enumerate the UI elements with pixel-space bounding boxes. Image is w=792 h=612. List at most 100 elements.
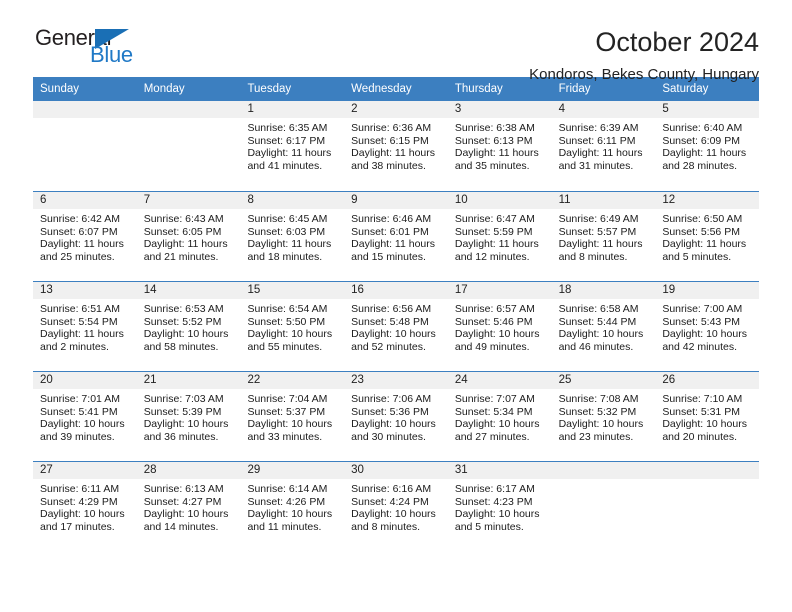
day-cell[interactable]: 28 Sunrise: 6:13 AM Sunset: 4:27 PM Dayligh… <box>136 462 241 551</box>
day-cell-empty <box>136 101 241 191</box>
day-number: 24 <box>447 372 552 389</box>
day-number: 31 <box>447 462 552 479</box>
day-number: 25 <box>551 372 656 389</box>
day-number: 6 <box>33 192 137 209</box>
day-cell[interactable]: 1 Sunrise: 6:35 AM Sunset: 6:17 PM Daylight… <box>240 101 345 191</box>
calendar-week-row: 27 Sunrise: 6:11 AM Sunset: 4:29 PM Dayligh… <box>33 461 760 551</box>
day-details: Sunrise: 6:50 AM Sunset: 5:56 PM Daylight:… <box>655 209 759 263</box>
day-cell[interactable]: 24 Sunrise: 7:07 AM Sunset: 5:34 PM Dayligh… <box>447 372 552 461</box>
day-cell[interactable]: 18 Sunrise: 6:58 AM Sunset: 5:44 PM Dayligh… <box>551 282 656 371</box>
daylight-text: Daylight: 10 hours and 11 minutes. <box>247 508 333 533</box>
day-details: Sunrise: 6:54 AM Sunset: 5:50 PM Daylight:… <box>240 299 344 353</box>
weekday-header-saturday: Saturday <box>662 83 709 95</box>
day-number: 29 <box>240 462 345 479</box>
page-title: October 2024 <box>595 27 759 57</box>
day-cell[interactable]: 29 Sunrise: 6:14 AM Sunset: 4:26 PM Dayligh… <box>240 462 345 551</box>
day-number: 1 <box>240 101 345 118</box>
day-number: 27 <box>33 462 137 479</box>
day-cell[interactable]: 26 Sunrise: 7:10 AM Sunset: 5:31 PM Dayligh… <box>655 372 760 461</box>
day-cell[interactable]: 11 Sunrise: 6:49 AM Sunset: 5:57 PM Dayligh… <box>551 192 656 281</box>
day-details: Sunrise: 6:53 AM Sunset: 5:52 PM Daylight:… <box>137 299 241 353</box>
day-number: 19 <box>655 282 760 299</box>
day-details: Sunrise: 7:01 AM Sunset: 5:41 PM Daylight:… <box>33 389 137 443</box>
weekday-header-thursday: Thursday <box>454 83 503 95</box>
daylight-text: Daylight: 10 hours and 36 minutes. <box>143 418 229 443</box>
sunrise-text: Sunrise: 6:38 AM <box>454 122 535 134</box>
day-details: Sunrise: 6:49 AM Sunset: 5:57 PM Daylight:… <box>552 209 656 263</box>
sunrise-text: Sunrise: 6:57 AM <box>454 303 535 315</box>
daylight-text: Daylight: 11 hours and 8 minutes. <box>558 238 643 263</box>
day-number: 21 <box>136 372 241 389</box>
weekday-header-tuesday: Tuesday <box>247 83 292 95</box>
sunset-text: Sunset: 6:05 PM <box>143 225 222 238</box>
sunrise-text: Sunrise: 7:00 AM <box>662 303 743 315</box>
day-cell[interactable]: 5 Sunrise: 6:40 AM Sunset: 6:09 PM Daylight… <box>655 101 760 191</box>
sunset-text: Sunset: 4:24 PM <box>351 495 429 508</box>
day-number <box>136 101 241 118</box>
daylight-text: Daylight: 10 hours and 20 minutes. <box>662 418 747 443</box>
day-number: 23 <box>344 372 448 389</box>
day-cell[interactable]: 3 Sunrise: 6:38 AM Sunset: 6:13 PM Daylight… <box>447 101 552 191</box>
day-details: Sunrise: 7:04 AM Sunset: 5:37 PM Daylight:… <box>240 389 344 443</box>
day-cell[interactable]: 30 Sunrise: 6:16 AM Sunset: 4:24 PM Dayligh… <box>344 462 448 551</box>
day-details: Sunrise: 7:08 AM Sunset: 5:32 PM Daylight:… <box>552 389 656 443</box>
day-cell[interactable]: 14 Sunrise: 6:53 AM Sunset: 5:52 PM Dayligh… <box>136 282 241 371</box>
day-cell[interactable]: 10 Sunrise: 6:47 AM Sunset: 5:59 PM Dayligh… <box>447 192 552 281</box>
daylight-text: Daylight: 11 hours and 31 minutes. <box>558 147 643 172</box>
day-cell-empty <box>33 101 137 191</box>
day-cell[interactable]: 16 Sunrise: 6:56 AM Sunset: 5:48 PM Dayligh… <box>344 282 448 371</box>
day-details: Sunrise: 6:36 AM Sunset: 6:15 PM Daylight:… <box>344 118 448 172</box>
day-cell[interactable]: 20 Sunrise: 7:01 AM Sunset: 5:41 PM Dayligh… <box>33 372 137 461</box>
sunrise-text: Sunrise: 6:13 AM <box>143 483 224 495</box>
day-cell[interactable]: 31 Sunrise: 6:17 AM Sunset: 4:23 PM Dayligh… <box>447 462 552 551</box>
calendar-week-row: 13 Sunrise: 6:51 AM Sunset: 5:54 PM Dayligh… <box>33 281 760 371</box>
day-details: Sunrise: 6:51 AM Sunset: 5:54 PM Daylight:… <box>33 299 137 353</box>
day-cell-empty <box>655 462 760 551</box>
sunset-text: Sunset: 5:56 PM <box>662 225 740 238</box>
sunset-text: Sunset: 4:26 PM <box>247 495 326 508</box>
day-cell[interactable]: 13 Sunrise: 6:51 AM Sunset: 5:54 PM Dayligh… <box>33 282 137 371</box>
day-details: Sunrise: 7:06 AM Sunset: 5:36 PM Daylight:… <box>344 389 448 443</box>
sunrise-text: Sunrise: 6:35 AM <box>247 122 328 134</box>
daylight-text: Daylight: 11 hours and 35 minutes. <box>454 147 539 172</box>
day-cell[interactable]: 9 Sunrise: 6:46 AM Sunset: 6:01 PM Daylight… <box>344 192 448 281</box>
day-cell[interactable]: 23 Sunrise: 7:06 AM Sunset: 5:36 PM Dayligh… <box>344 372 448 461</box>
sunset-text: Sunset: 5:43 PM <box>662 315 740 328</box>
day-details: Sunrise: 6:46 AM Sunset: 6:01 PM Daylight:… <box>344 209 448 263</box>
sunrise-text: Sunrise: 6:45 AM <box>247 213 328 225</box>
sunset-text: Sunset: 6:03 PM <box>247 225 326 238</box>
calendar-weeks: 1 Sunrise: 6:35 AM Sunset: 6:17 PM Daylight… <box>33 101 760 551</box>
day-cell[interactable]: 6 Sunrise: 6:42 AM Sunset: 6:07 PM Daylight… <box>33 192 137 281</box>
day-cell[interactable]: 2 Sunrise: 6:36 AM Sunset: 6:15 PM Daylight… <box>344 101 448 191</box>
day-number: 9 <box>344 192 448 209</box>
sunset-text: Sunset: 4:29 PM <box>40 495 118 508</box>
day-cell[interactable]: 22 Sunrise: 7:04 AM Sunset: 5:37 PM Dayligh… <box>240 372 345 461</box>
day-number: 2 <box>344 101 448 118</box>
daylight-text: Daylight: 11 hours and 2 minutes. <box>40 328 124 353</box>
sunset-text: Sunset: 5:32 PM <box>558 405 637 418</box>
day-cell[interactable]: 12 Sunrise: 6:50 AM Sunset: 5:56 PM Dayligh… <box>655 192 760 281</box>
day-cell[interactable]: 8 Sunrise: 6:45 AM Sunset: 6:03 PM Daylight… <box>240 192 345 281</box>
daylight-text: Daylight: 11 hours and 5 minutes. <box>662 238 747 263</box>
day-cell[interactable]: 19 Sunrise: 7:00 AM Sunset: 5:43 PM Dayligh… <box>655 282 760 371</box>
sunrise-text: Sunrise: 7:04 AM <box>247 393 328 405</box>
day-cell[interactable]: 15 Sunrise: 6:54 AM Sunset: 5:50 PM Dayligh… <box>240 282 345 371</box>
day-cell[interactable]: 27 Sunrise: 6:11 AM Sunset: 4:29 PM Dayligh… <box>33 462 137 551</box>
weekday-header-wednesday: Wednesday <box>351 83 412 95</box>
sunrise-text: Sunrise: 6:49 AM <box>558 213 639 225</box>
day-cell[interactable]: 7 Sunrise: 6:43 AM Sunset: 6:05 PM Daylight… <box>136 192 241 281</box>
day-cell[interactable]: 4 Sunrise: 6:39 AM Sunset: 6:11 PM Daylight… <box>551 101 656 191</box>
sunrise-text: Sunrise: 6:17 AM <box>454 483 535 495</box>
sunrise-text: Sunrise: 6:39 AM <box>558 122 639 134</box>
day-number: 15 <box>240 282 345 299</box>
day-details: Sunrise: 7:00 AM Sunset: 5:43 PM Daylight:… <box>655 299 759 353</box>
day-cell[interactable]: 21 Sunrise: 7:03 AM Sunset: 5:39 PM Dayligh… <box>136 372 241 461</box>
day-cell[interactable]: 25 Sunrise: 7:08 AM Sunset: 5:32 PM Dayligh… <box>551 372 656 461</box>
day-number <box>33 101 137 118</box>
sunset-text: Sunset: 6:15 PM <box>351 134 429 147</box>
sunrise-text: Sunrise: 6:42 AM <box>40 213 120 225</box>
day-details: Sunrise: 6:14 AM Sunset: 4:26 PM Daylight:… <box>240 479 344 533</box>
day-cell[interactable]: 17 Sunrise: 6:57 AM Sunset: 5:46 PM Dayligh… <box>447 282 552 371</box>
sunrise-text: Sunrise: 6:40 AM <box>662 122 743 134</box>
sunset-text: Sunset: 5:46 PM <box>454 315 533 328</box>
